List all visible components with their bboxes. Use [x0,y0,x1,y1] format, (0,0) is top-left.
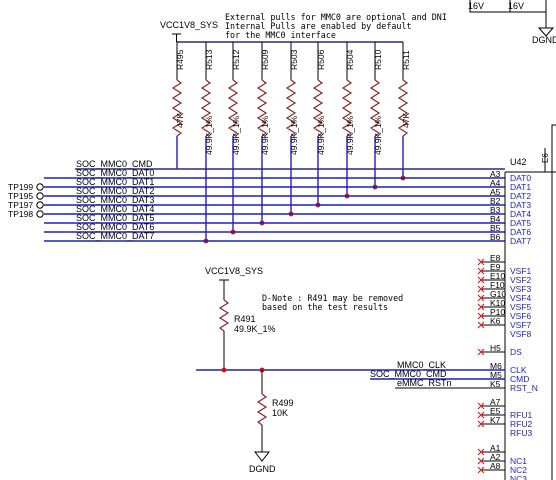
ic-ref: U42 [510,157,527,167]
cap-value-1: 16V [468,1,484,11]
pullup-value: 49.9K_1% [260,115,270,155]
mmc-net-bus: SOC_MMC0_CMDSOC_MMC0_DAT0SOC_MMC0_DAT1SO… [8,159,505,242]
cap-value-2: 16V [508,1,524,11]
pullup-value: 49.9K_1% [289,115,299,155]
capacitor-area-top-right: 16V 16V DGND [468,0,556,45]
mid-power-rail: VCC1V8_SYS R491 49.9K_1% [205,266,276,370]
test-point-marker [36,183,44,191]
pullup-value: 49.9K_1% [316,115,326,155]
ic-pin-name: VSF8 [510,329,532,339]
ic-u42-pins: A3 DAT0A4 DAT1A5 DAT2B2 DAT3B3 DAT4B4 DAT5B5 DA… [477,169,538,480]
note-external-pulls: External pulls for MMC0 are optional and… [225,12,447,40]
pullup-ref: R511 [401,50,411,70]
ic-pin-name: DAT7 [510,236,531,246]
r499-value: 10K [272,408,288,418]
ic-pin-name: RFU3 [510,428,532,438]
pullup-value: 49.9K_1% [345,115,355,155]
rst-net-label: eMMC_RSTn [397,378,452,388]
pullup-ref: R503 [289,49,299,70]
pullup-ref: R506 [316,49,326,70]
clk-net: MMC0_CLK SOC_MMC0_CMD eMMC_RSTn [196,360,505,389]
pullup-value: 47K [175,113,185,128]
pullup-ref: R510 [373,49,383,70]
ic-pin-name: DS [510,347,522,357]
pullup-value: 49.9K_1% [373,115,383,155]
ground-label-bottom: DGND [249,464,276,474]
resistor-r499-body [256,393,268,426]
ground-label-top: DGND [532,35,556,45]
test-point-marker [36,201,44,209]
junction-clk-r491 [221,367,227,373]
pullup-resistor-bank: R495 47K R513 49.9K_1% R512 49.9K_1% R509 49.9K… [171,42,411,244]
pullup-value: 47K [401,113,411,128]
pullup-ref: R512 [231,49,241,70]
pullup-value: 49.9K_1% [204,115,214,155]
test-point-marker [36,210,44,218]
net-label: SOC_MMC0_DAT7 [76,231,154,241]
ic-pin-name: NC3 [510,474,527,480]
pullup-value: 49.9K_1% [231,115,241,155]
note-d-note: D-Note : R491 may be removed based on th… [262,293,403,312]
power-rail-mid-label: VCC1V8_SYS [205,266,263,276]
pullup-ref: R495 [175,49,185,70]
test-point-marker [36,192,44,200]
r491-value: 49.9K_1% [234,324,276,334]
r491-ref: R491 [234,314,256,324]
ground-symbol-bottom [253,451,271,462]
power-rail-top-label: VCC1V8_SYS [160,20,218,30]
pullup-ref: R513 [204,49,214,70]
schematic-canvas: 16V 16V DGND External pulls for MMC0 are… [8,0,556,480]
resistor-r491-body [218,299,230,332]
test-point-label: TP198 [8,209,33,219]
ic-pin-number: B6 [490,232,501,242]
pullup-ref: R509 [260,49,270,70]
d-note-line-2: based on the test results [262,302,388,312]
note-line-3: for the MMC0 interface [225,30,336,40]
r499-ref: R499 [272,398,294,408]
ic-pin-name: RST_N [510,383,538,393]
pulldown-r499: R499 10K DGND [249,370,294,474]
pullup-ref: R504 [345,49,355,70]
